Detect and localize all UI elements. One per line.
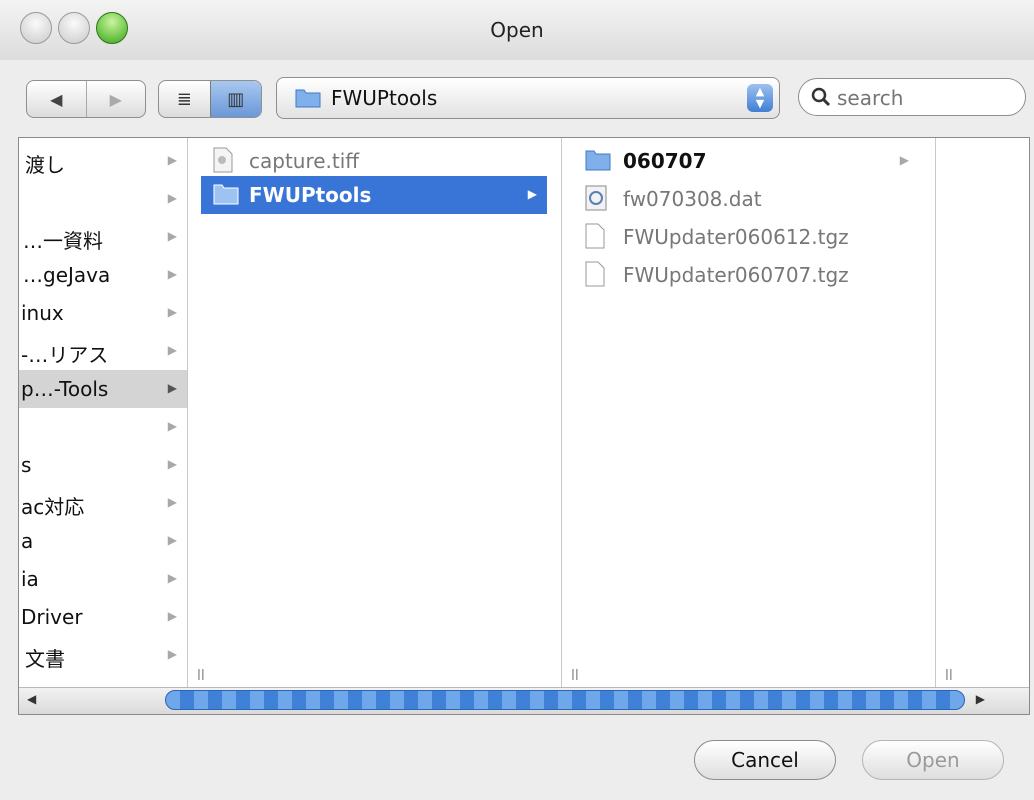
list-view-icon: ≣ [176, 88, 192, 110]
forward-button[interactable]: ▶ [85, 81, 146, 117]
browser-column-3[interactable]: 060707 ▶ fw070308.dat FWUpdater060612.tg… [561, 138, 936, 688]
disclosure-arrow-icon: ▶ [167, 419, 177, 433]
search-input[interactable] [835, 84, 1009, 112]
disclosure-arrow-icon: ▶ [167, 381, 177, 395]
list-item[interactable]: a ▶ [19, 522, 187, 560]
disclosure-arrow-icon: ▶ [167, 495, 177, 509]
disclosure-arrow-icon: ▶ [167, 305, 177, 319]
back-arrow-icon: ◀ [50, 89, 63, 109]
open-dialog: Open ◀ ▶ ≣ ▥ FWUPtools ▲▼ 渡し▶ ▶ [0, 0, 1034, 800]
list-item[interactable]: Driver ▶ [19, 598, 187, 636]
open-button[interactable]: Open [862, 740, 1004, 780]
list-item[interactable]: s ▶ [19, 446, 187, 484]
column-resize-handle[interactable]: ll [945, 668, 953, 684]
disclosure-arrow-icon: ▶ [167, 609, 177, 623]
column-view-icon: ▥ [227, 88, 245, 110]
disclosure-arrow-icon: ▶ [167, 647, 177, 661]
list-item[interactable]: FWUpdater060707.tgz [561, 256, 935, 294]
disclosure-arrow-icon: ▶ [527, 187, 537, 201]
disclosure-arrow-icon: ▶ [167, 229, 177, 243]
browser-column-4[interactable]: ll [935, 138, 1029, 688]
list-item[interactable]: ac対応 ▶ [19, 484, 187, 522]
folder-icon [585, 147, 611, 176]
path-label: FWUPtools [331, 86, 438, 110]
forward-arrow-icon: ▶ [109, 89, 122, 109]
list-item[interactable]: …一資料 ▶ [19, 218, 187, 256]
scrollbar-thumb[interactable] [165, 690, 965, 710]
list-item[interactable]: ia ▶ [19, 560, 187, 598]
browser-column-1[interactable]: 渡し ▶ ▶ …一資料 ▶ …geJava ▶ inux ▶ -…リアス ▶ p…-Too… [19, 138, 188, 688]
disclosure-arrow-icon: ▶ [167, 457, 177, 471]
search-icon [811, 87, 831, 111]
list-item[interactable]: -…リアス ▶ [19, 332, 187, 370]
back-forward-control: ◀ ▶ [26, 80, 146, 118]
window-title: Open [490, 18, 544, 42]
disclosure-arrow-icon: ▶ [167, 191, 177, 205]
folder-icon [295, 86, 321, 112]
list-item[interactable]: inux ▶ [19, 294, 187, 332]
list-view-button[interactable]: ≣ [159, 81, 210, 117]
list-item[interactable]: …geJava ▶ [19, 256, 187, 294]
disclosure-arrow-icon: ▶ [167, 571, 177, 585]
scroll-right-icon[interactable]: ▶ [976, 692, 985, 706]
list-item[interactable]: capture.tiff [187, 142, 561, 180]
list-item[interactable]: fw070308.dat [561, 180, 935, 218]
disclosure-arrow-icon: ▶ [167, 343, 177, 357]
column-resize-handle[interactable]: ll [571, 668, 579, 684]
image-file-icon [213, 147, 233, 178]
disclosure-arrow-icon: ▶ [899, 153, 909, 167]
search-field[interactable] [798, 78, 1026, 116]
column-browser: 渡し ▶ ▶ …一資料 ▶ …geJava ▶ inux ▶ -…リアス ▶ p…-Too… [18, 137, 1030, 715]
disclosure-arrow-icon: ▶ [167, 533, 177, 547]
column-resize-handle[interactable]: ll [197, 668, 205, 684]
view-mode-control: ≣ ▥ [158, 80, 262, 118]
title-bar[interactable]: Open [0, 0, 1034, 60]
list-item[interactable]: FWUpdater060612.tgz [561, 218, 935, 256]
list-item[interactable]: 渡し ▶ [19, 142, 187, 180]
cancel-button[interactable]: Cancel [694, 740, 836, 780]
list-item[interactable]: 060707 ▶ [561, 142, 935, 180]
document-icon [585, 223, 605, 254]
horizontal-scrollbar[interactable]: ◀ ▶ [19, 687, 1029, 714]
list-item[interactable]: ▶ [19, 408, 187, 446]
popup-arrows-icon: ▲ ▼ [747, 84, 773, 112]
data-file-icon [585, 185, 607, 216]
list-item[interactable]: 文書 ▶ [19, 636, 187, 674]
folder-icon [213, 181, 239, 210]
scroll-left-icon[interactable]: ◀ [27, 692, 36, 706]
list-item[interactable]: ▶ [19, 180, 187, 218]
disclosure-arrow-icon: ▶ [167, 267, 177, 281]
path-popup[interactable]: FWUPtools ▲ ▼ [276, 77, 780, 119]
document-icon [585, 261, 605, 292]
disclosure-arrow-icon: ▶ [167, 153, 177, 167]
browser-column-2[interactable]: capture.tiff FWUPtools ▶ ll [187, 138, 562, 688]
back-button[interactable]: ◀ [27, 81, 86, 117]
list-item-selected[interactable]: FWUPtools ▶ [201, 176, 547, 214]
list-item-selected[interactable]: p…-Tools ▶ [19, 370, 187, 408]
column-view-button[interactable]: ▥ [209, 81, 261, 117]
